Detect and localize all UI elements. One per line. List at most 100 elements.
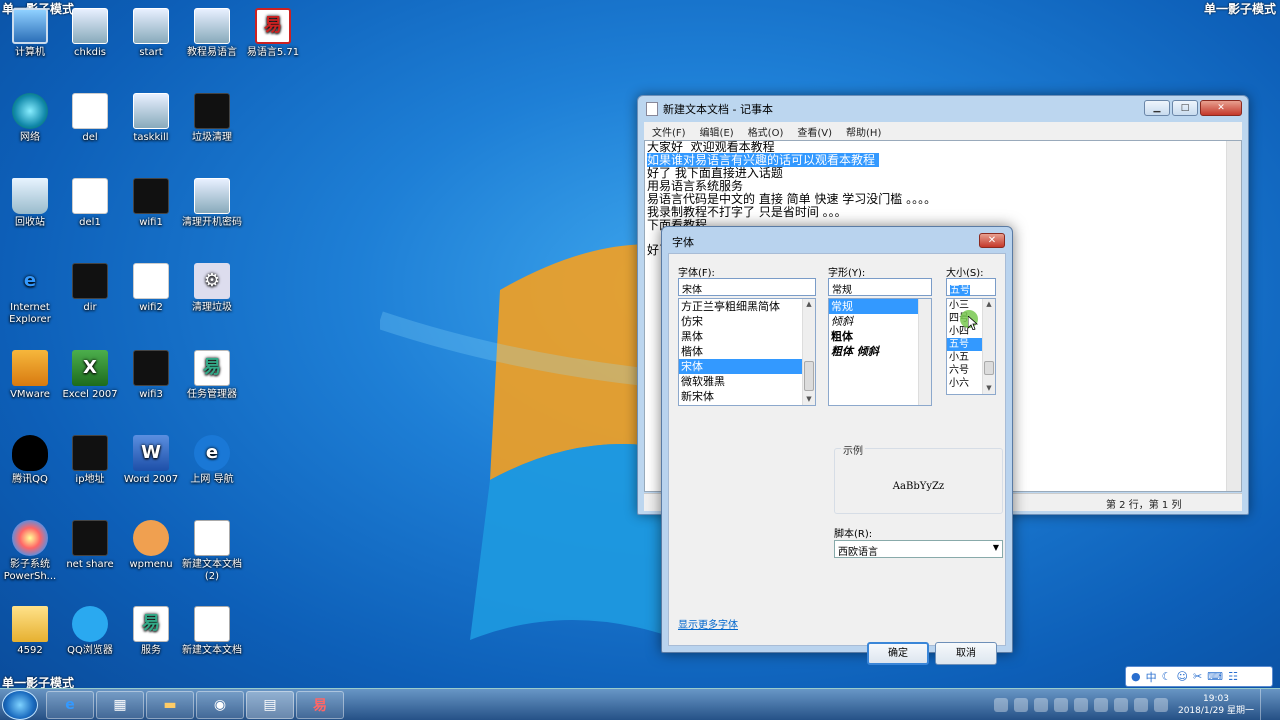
size-option-selected[interactable]: 五号 [947, 338, 982, 351]
scroll-thumb[interactable] [984, 361, 994, 375]
tray-network-icon[interactable] [1133, 698, 1148, 712]
qq-penguin-icon [12, 435, 48, 471]
taskbar-qqbrowser-button[interactable]: ◉ [196, 691, 244, 719]
shadow-system-icon [12, 520, 48, 556]
ok-button[interactable]: 确定 [867, 642, 929, 665]
emoji-icon[interactable]: ☺ [1176, 670, 1187, 683]
blank-file-icon [72, 178, 108, 214]
ime-toolbar[interactable]: ● 中 ☾ ☺ ✂ ⌨ ☷ [1125, 666, 1273, 687]
scroll-thumb[interactable] [804, 361, 814, 391]
font-list-scrollbar[interactable]: ▲ ▼ [802, 299, 815, 405]
video-file-icon [194, 178, 230, 214]
style-option[interactable]: 粗体 倾斜 [829, 344, 931, 359]
tray-tools-icon[interactable] [1093, 698, 1108, 712]
notepad-menubar: 文件(F) 编辑(E) 格式(O) 查看(V) 帮助(H) [644, 122, 1242, 140]
desktop-icon-task-manager[interactable]: 易任务管理器 [176, 350, 248, 401]
tray-volume-icon[interactable] [1153, 698, 1168, 712]
font-option[interactable]: 新宋体 [679, 389, 815, 404]
dialog-close-button[interactable]: ✕ [979, 233, 1005, 248]
font-listbox[interactable]: 方正兰亭粗细黑简体 仿宋 黑体 楷体 宋体 微软雅黑 新宋体 ▲ ▼ [678, 298, 816, 406]
tray-app-icon[interactable] [1073, 698, 1088, 712]
font-option[interactable]: 楷体 [679, 344, 815, 359]
size-label: 大小(S): [946, 268, 984, 279]
taskbar-notepad-button[interactable]: ▤ [246, 691, 294, 719]
font-input[interactable]: 宋体 [678, 278, 816, 296]
script-select[interactable]: 西欧语言 ▼ [834, 540, 1003, 558]
taskbar-yi-language-button[interactable]: 易 [296, 691, 344, 719]
menu-file[interactable]: 文件(F) [652, 124, 686, 139]
show-desktop-button[interactable] [1260, 689, 1270, 720]
clock[interactable]: 19:03 2018/1/29 星期一 [1178, 693, 1254, 717]
keyboard-icon[interactable]: ⌨ [1207, 670, 1223, 683]
menu-icon[interactable]: ☷ [1228, 670, 1238, 683]
style-option-selected[interactable]: 常规 [829, 299, 931, 314]
style-option[interactable]: 倾斜 [829, 314, 931, 329]
style-label: 字形(Y): [828, 268, 866, 279]
tray-keyboard-icon[interactable] [1113, 698, 1128, 712]
menu-edit[interactable]: 编辑(E) [700, 124, 734, 139]
desktop-icon-yi-lang[interactable]: 易易语言5.71 [237, 8, 309, 59]
style-list-scrollbar[interactable] [918, 299, 931, 405]
font-option[interactable]: 方正兰亭粗细黑简体 [679, 299, 815, 314]
sample-group: 示例 AaBbYyZz [834, 442, 1003, 514]
size-list-scrollbar[interactable]: ▲ ▼ [982, 299, 995, 394]
excel-icon: X [72, 350, 108, 386]
wpmenu-icon [133, 520, 169, 556]
style-listbox[interactable]: 常规 倾斜 粗体 粗体 倾斜 [828, 298, 932, 406]
close-button[interactable]: ✕ [1200, 100, 1242, 116]
taskbar-explorer-button[interactable]: ▬ [146, 691, 194, 719]
taskbar-ie-button[interactable]: e [46, 691, 94, 719]
word-icon: W [133, 435, 169, 471]
blank-file-icon [133, 263, 169, 299]
desktop-icon-new-doc-2[interactable]: 新建文本文档 (2) [176, 520, 248, 583]
tray-user-icon[interactable] [993, 698, 1008, 712]
tray-shield-icon[interactable] [1013, 698, 1028, 712]
script-label: 脚本(R): [834, 529, 873, 540]
font-option-selected[interactable]: 宋体 [679, 359, 815, 374]
scroll-down-icon[interactable]: ▼ [984, 383, 994, 394]
desktop-icon-nav[interactable]: e 上网 导航 [176, 435, 248, 486]
menu-help[interactable]: 帮助(H) [846, 124, 881, 139]
ime-language[interactable]: 中 [1146, 669, 1157, 685]
taskbar-control-panel-button[interactable]: ▦ [96, 691, 144, 719]
cancel-button[interactable]: 取消 [935, 642, 997, 665]
tools-icon[interactable]: ✂ [1193, 670, 1202, 683]
watermark-top-right: 单一影子模式 [1203, 2, 1276, 16]
menu-view[interactable]: 查看(V) [797, 124, 832, 139]
computer-icon [12, 8, 48, 44]
font-option[interactable]: 仿宋 [679, 314, 815, 329]
tray-guard-icon[interactable] [1053, 698, 1068, 712]
start-button[interactable] [2, 690, 38, 720]
show-more-fonts-link[interactable]: 显示更多字体 [678, 616, 738, 631]
folder-icon [12, 606, 48, 642]
tray-close-icon[interactable] [1033, 698, 1048, 712]
size-input-value: 五号 [950, 285, 970, 296]
internet-explorer-icon: e [23, 270, 37, 291]
menu-format[interactable]: 格式(O) [748, 124, 784, 139]
yi-language-icon: 易 [255, 8, 291, 44]
scroll-up-icon[interactable]: ▲ [984, 299, 994, 310]
desktop-icon-garbage-clean[interactable]: 垃圾清理 [176, 93, 248, 144]
service-icon: 易 [133, 606, 169, 642]
scroll-down-icon[interactable]: ▼ [804, 394, 814, 405]
notepad-scrollbar[interactable] [1226, 141, 1241, 491]
console-file-icon [72, 520, 108, 556]
scroll-up-icon[interactable]: ▲ [804, 299, 814, 310]
size-input[interactable]: 五号 [946, 278, 996, 296]
font-option[interactable]: 黑体 [679, 329, 815, 344]
font-dialog-title[interactable]: 字体 [662, 227, 1012, 255]
desktop-icon-new-doc[interactable]: 新建文本文档 [176, 606, 248, 657]
minimize-button[interactable]: ▁ [1144, 100, 1170, 116]
font-dialog: 字体 ✕ 字体(F): 宋体 方正兰亭粗细黑简体 仿宋 黑体 楷体 宋体 微软雅… [661, 226, 1013, 665]
clock-date: 2018/1/29 星期一 [1177, 706, 1254, 716]
style-input[interactable]: 常规 [828, 278, 932, 296]
desktop-icon-clean-garbage[interactable]: ⚙ 清理垃圾 [176, 263, 248, 314]
cursor-position: 第 2 行，第 1 列 [1106, 500, 1182, 511]
font-option[interactable]: 微软雅黑 [679, 374, 815, 389]
punctuation-icon[interactable]: ☾ [1162, 670, 1172, 683]
style-option[interactable]: 粗体 [829, 329, 931, 344]
desktop-icon-clear-password[interactable]: 清理开机密码 [176, 178, 248, 229]
maximize-button[interactable]: □ [1172, 100, 1198, 116]
notepad-title: 新建文本文档 - 记事本 [663, 103, 773, 116]
control-panel-icon: ▦ [113, 697, 127, 713]
